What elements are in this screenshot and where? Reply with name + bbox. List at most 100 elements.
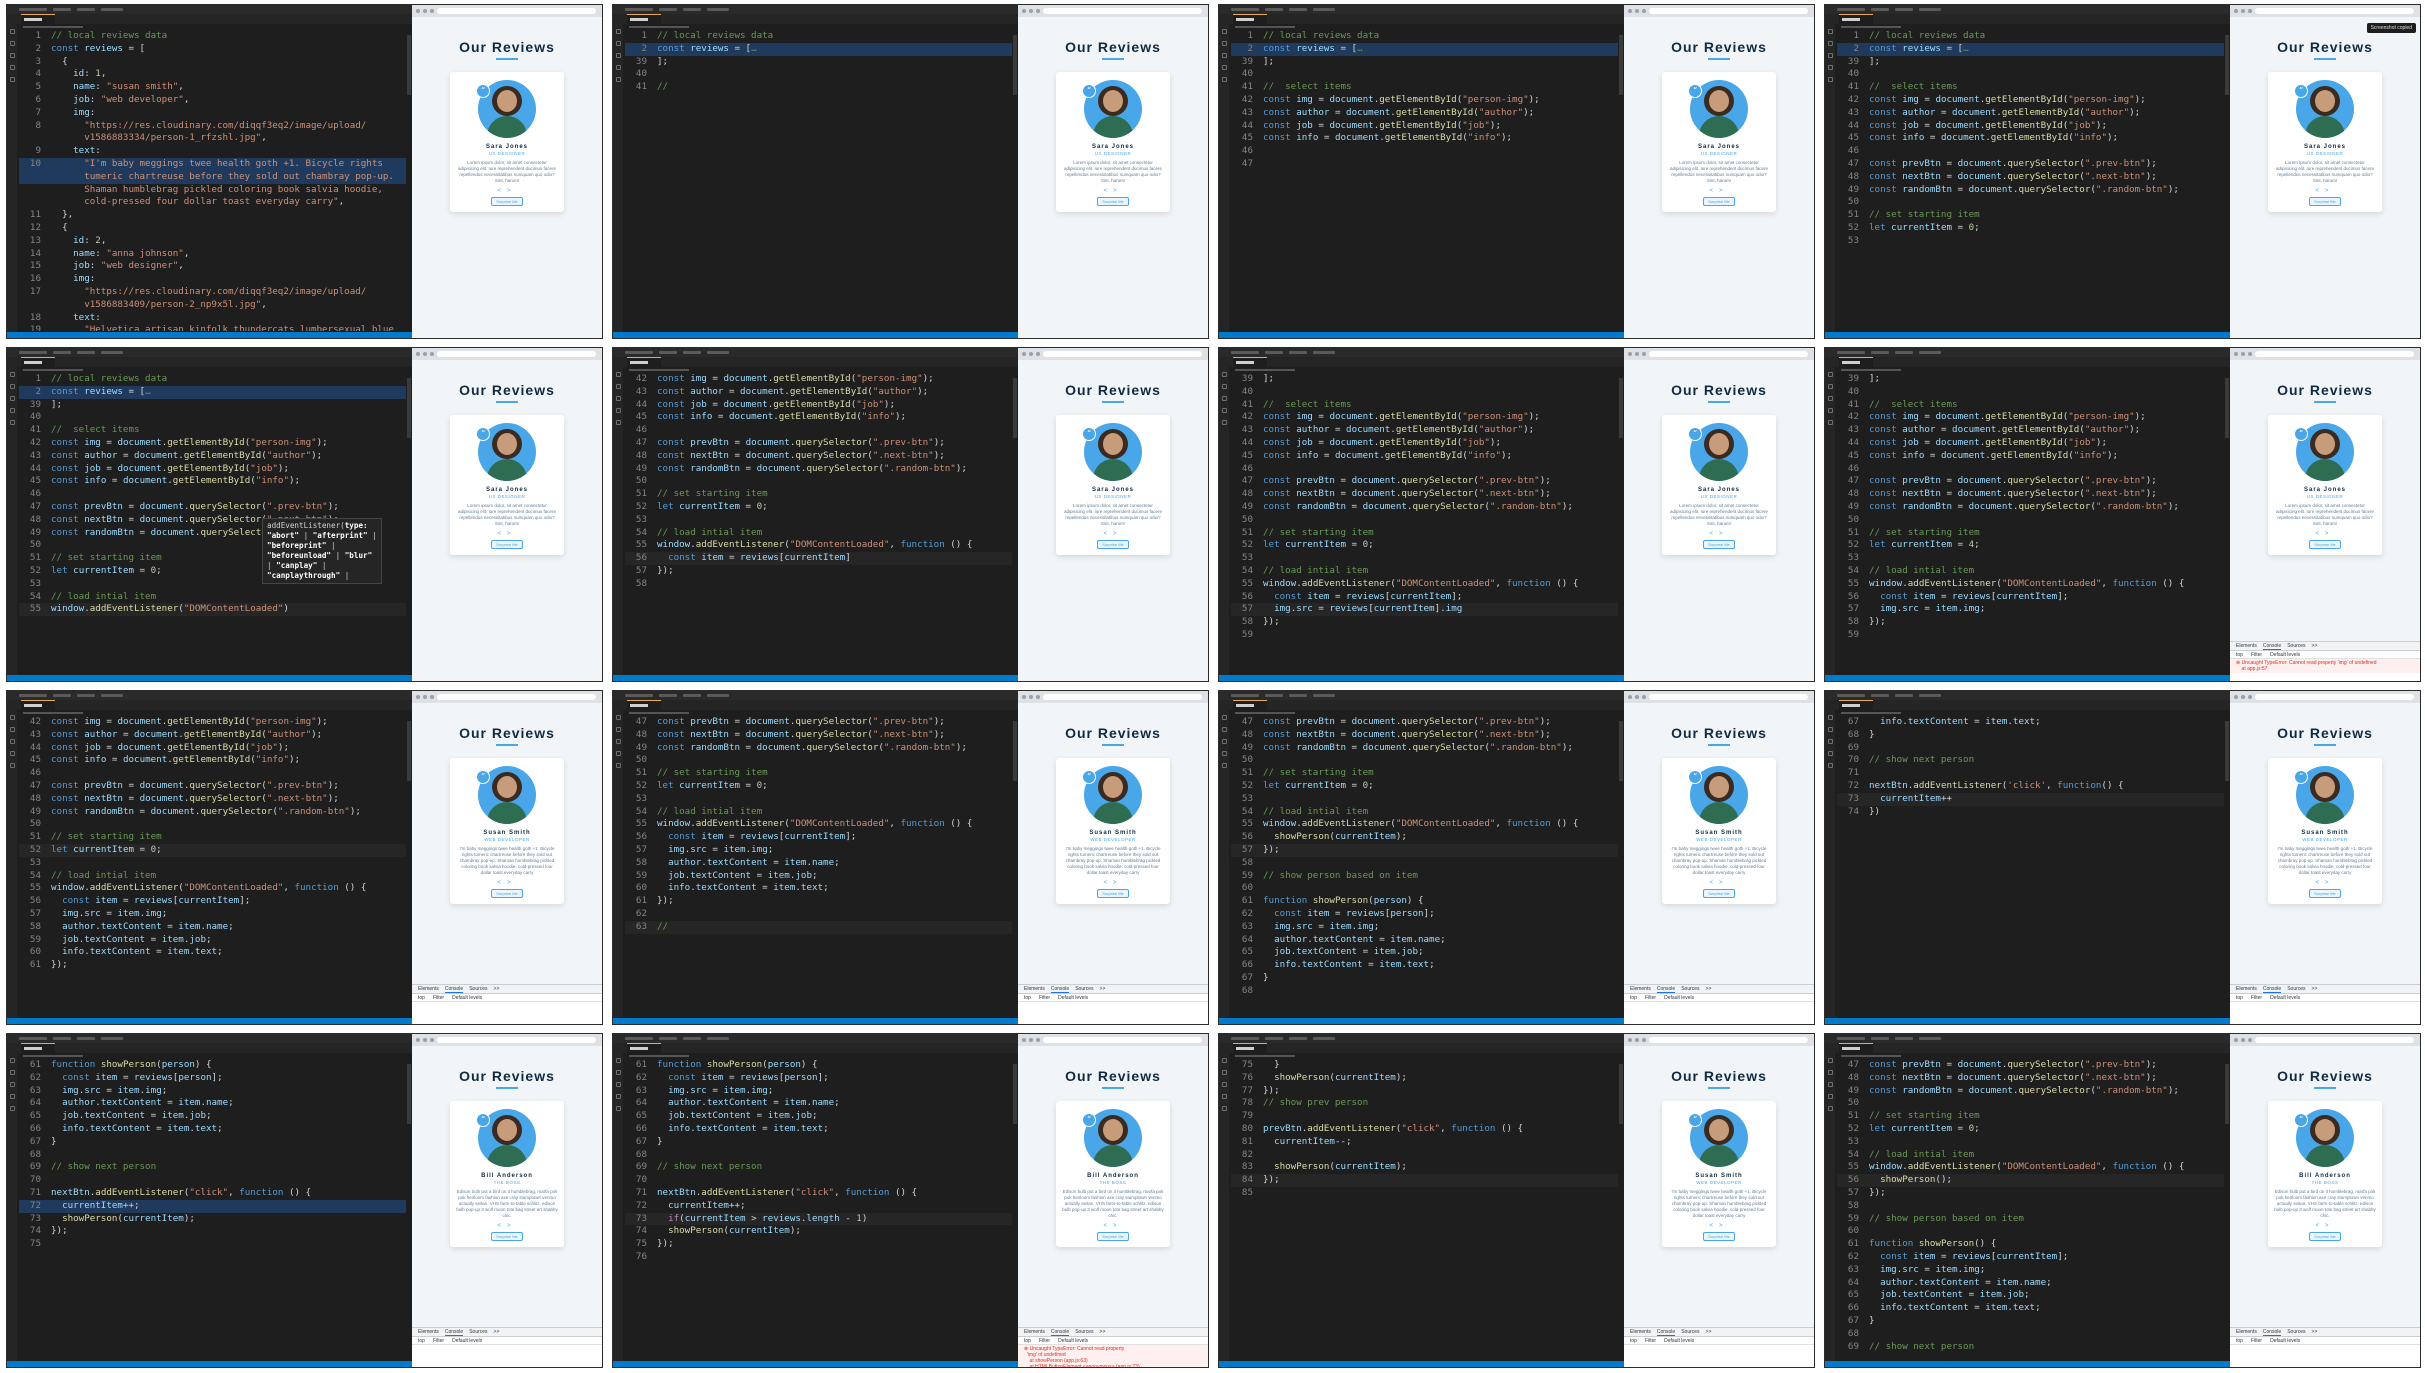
- explorer-icon[interactable]: [1827, 715, 1833, 720]
- menu-item[interactable]: [101, 8, 123, 11]
- explorer-icon[interactable]: [615, 372, 621, 377]
- explorer-icon[interactable]: [9, 1058, 15, 1063]
- extensions-icon[interactable]: [1221, 77, 1227, 82]
- random-button[interactable]: Surprise Me: [2309, 540, 2341, 549]
- forward-icon[interactable]: [2241, 9, 2245, 13]
- reload-icon[interactable]: [1642, 9, 1646, 13]
- devtools-tab[interactable]: Elements: [418, 986, 439, 992]
- context-select[interactable]: top: [2236, 995, 2243, 1001]
- editor-scrollbar[interactable]: [1013, 35, 1017, 95]
- debug-icon[interactable]: [1827, 751, 1833, 756]
- menu-item[interactable]: [77, 351, 95, 354]
- menu-item[interactable]: [1231, 351, 1259, 354]
- editor-tab-app-js[interactable]: [627, 357, 661, 367]
- back-icon[interactable]: [416, 352, 420, 356]
- random-button[interactable]: Surprise Me: [491, 540, 523, 549]
- devtools-tab[interactable]: Console: [1656, 986, 1676, 993]
- source-control-icon[interactable]: [1221, 53, 1227, 58]
- autocomplete-popup[interactable]: addEventListener(type: "abort" | "afterp…: [262, 518, 382, 584]
- devtools-tab[interactable]: Console: [1050, 986, 1070, 993]
- menu-item[interactable]: [1313, 8, 1335, 11]
- extensions-icon[interactable]: [1827, 420, 1833, 425]
- explorer-icon[interactable]: [9, 372, 15, 377]
- address-bar[interactable]: [2255, 1037, 2414, 1043]
- address-bar[interactable]: [1043, 8, 1202, 14]
- next-button[interactable]: >: [507, 531, 517, 537]
- console-filter[interactable]: Filter: [2251, 995, 2262, 1001]
- source-control-icon[interactable]: [1221, 739, 1227, 744]
- editor-scrollbar[interactable]: [2225, 1064, 2229, 1124]
- forward-icon[interactable]: [423, 9, 427, 13]
- source-control-icon[interactable]: [1827, 53, 1833, 58]
- menu-item[interactable]: [77, 8, 95, 11]
- next-button[interactable]: >: [1719, 188, 1729, 194]
- editor-tab-app-js[interactable]: [1233, 1043, 1267, 1053]
- address-bar[interactable]: [437, 351, 596, 357]
- reload-icon[interactable]: [430, 352, 434, 356]
- extensions-icon[interactable]: [615, 77, 621, 82]
- reload-icon[interactable]: [430, 1038, 434, 1042]
- extensions-icon[interactable]: [9, 420, 15, 425]
- prev-button[interactable]: <: [1709, 188, 1719, 194]
- extensions-icon[interactable]: [1827, 77, 1833, 82]
- next-button[interactable]: >: [2325, 188, 2335, 194]
- next-button[interactable]: >: [1719, 880, 1729, 886]
- back-icon[interactable]: [416, 695, 420, 699]
- menu-item[interactable]: [19, 351, 47, 354]
- log-levels[interactable]: Default levels: [452, 995, 482, 1001]
- forward-icon[interactable]: [1029, 695, 1033, 699]
- search-icon[interactable]: [615, 1070, 621, 1075]
- source-control-icon[interactable]: [9, 739, 15, 744]
- devtools-tab[interactable]: Console: [2262, 986, 2282, 993]
- extensions-icon[interactable]: [1221, 420, 1227, 425]
- random-button[interactable]: Surprise Me: [491, 1232, 523, 1241]
- reload-icon[interactable]: [2248, 352, 2252, 356]
- reload-icon[interactable]: [1036, 9, 1040, 13]
- forward-icon[interactable]: [423, 352, 427, 356]
- menu-item[interactable]: [659, 351, 677, 354]
- editor-tab-app-js[interactable]: [1839, 14, 1873, 24]
- devtools-tab[interactable]: >>: [1706, 986, 1712, 992]
- forward-icon[interactable]: [2241, 695, 2245, 699]
- random-button[interactable]: Surprise Me: [1097, 540, 1129, 549]
- menu-item[interactable]: [707, 694, 729, 697]
- search-icon[interactable]: [615, 384, 621, 389]
- search-icon[interactable]: [1221, 384, 1227, 389]
- context-select[interactable]: top: [1630, 1338, 1637, 1344]
- menu-item[interactable]: [1871, 8, 1889, 11]
- menu-item[interactable]: [683, 351, 701, 354]
- menu-item[interactable]: [1313, 1037, 1335, 1040]
- reload-icon[interactable]: [2248, 1038, 2252, 1042]
- menu-item[interactable]: [1289, 694, 1307, 697]
- source-control-icon[interactable]: [615, 396, 621, 401]
- menu-item[interactable]: [1837, 351, 1865, 354]
- code-lines[interactable]: 1 // local reviews data 2 const reviews = […: [1837, 30, 2224, 331]
- code-lines[interactable]: 75 } 76 showPerson(currentItem); 77}); 78//…: [1231, 1059, 1618, 1360]
- explorer-icon[interactable]: [1221, 372, 1227, 377]
- devtools-tab[interactable]: Sources: [2287, 1329, 2305, 1335]
- devtools-tab[interactable]: >>: [494, 1329, 500, 1335]
- source-control-icon[interactable]: [9, 396, 15, 401]
- console-filter[interactable]: Filter: [1039, 995, 1050, 1001]
- editor-scrollbar[interactable]: [1619, 1064, 1623, 1124]
- back-icon[interactable]: [1022, 352, 1026, 356]
- code-lines[interactable]: 42 const img = document.getElementById("p…: [625, 373, 1012, 674]
- explorer-icon[interactable]: [1221, 715, 1227, 720]
- address-bar[interactable]: [437, 694, 596, 700]
- console-filter[interactable]: Filter: [2251, 1338, 2262, 1344]
- search-icon[interactable]: [1827, 41, 1833, 46]
- random-button[interactable]: Surprise Me: [491, 197, 523, 206]
- explorer-icon[interactable]: [615, 29, 621, 34]
- console-filter[interactable]: Filter: [2251, 652, 2262, 658]
- menu-item[interactable]: [659, 694, 677, 697]
- search-icon[interactable]: [1221, 41, 1227, 46]
- forward-icon[interactable]: [1635, 9, 1639, 13]
- menu-item[interactable]: [1919, 694, 1941, 697]
- search-icon[interactable]: [1827, 384, 1833, 389]
- prev-button[interactable]: <: [1103, 531, 1113, 537]
- debug-icon[interactable]: [1827, 1094, 1833, 1099]
- search-icon[interactable]: [9, 41, 15, 46]
- menu-item[interactable]: [1289, 8, 1307, 11]
- back-icon[interactable]: [1628, 9, 1632, 13]
- random-button[interactable]: Surprise Me: [1097, 197, 1129, 206]
